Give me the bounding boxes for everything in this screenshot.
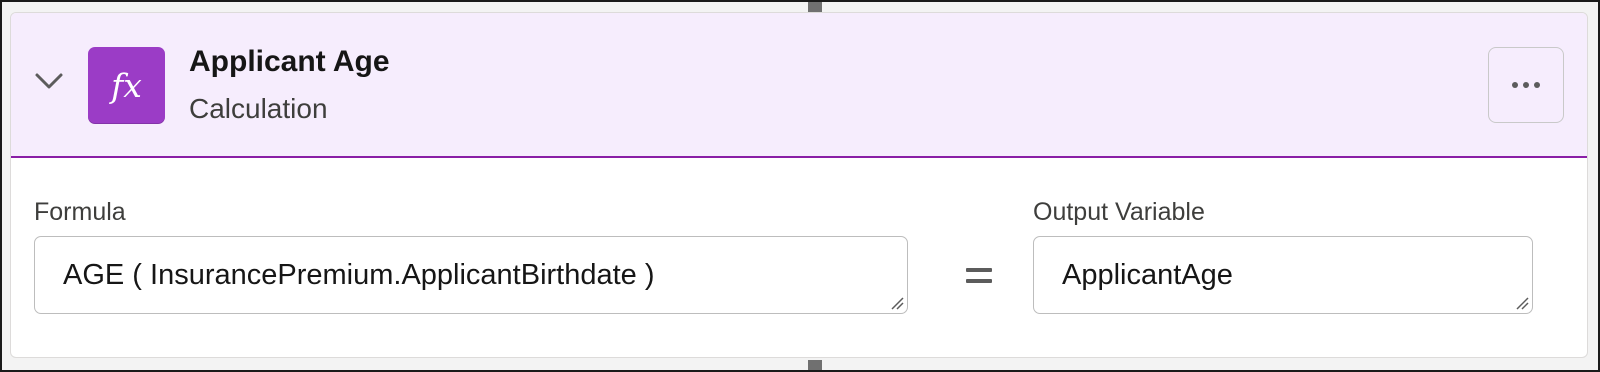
more-actions-icon <box>1512 82 1540 88</box>
equals-operator-icon <box>966 265 992 285</box>
flow-connector-bottom <box>808 360 822 370</box>
resize-handle-icon[interactable] <box>1515 296 1529 310</box>
more-actions-button[interactable] <box>1488 47 1564 123</box>
output-variable-field[interactable]: ApplicantAge <box>1033 236 1533 314</box>
element-type-label: Calculation <box>189 93 328 124</box>
fx-glyph: fx <box>111 66 142 105</box>
resize-handle-icon[interactable] <box>890 296 904 310</box>
card-header: fx Applicant Age Calculation <box>11 13 1587 158</box>
output-variable-value: ApplicantAge <box>1062 259 1233 291</box>
formula-value: AGE ( InsurancePremium.ApplicantBirthdat… <box>63 259 655 291</box>
collapse-chevron-icon[interactable] <box>33 69 65 93</box>
output-variable-label: Output Variable <box>1033 198 1205 226</box>
formula-fx-icon: fx <box>88 47 165 124</box>
formula-label: Formula <box>34 198 126 226</box>
formula-field[interactable]: AGE ( InsurancePremium.ApplicantBirthdat… <box>34 236 908 314</box>
element-title: Applicant Age <box>189 45 390 78</box>
flow-connector-top <box>808 2 822 12</box>
